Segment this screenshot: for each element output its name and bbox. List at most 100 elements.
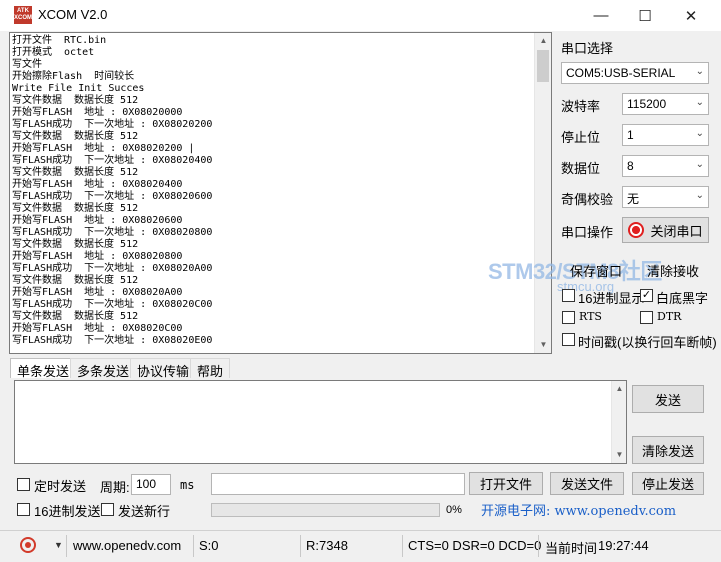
receive-line: 开始擦除Flash 时间较长 — [12, 71, 135, 82]
newline-checkbox[interactable] — [101, 503, 114, 516]
send-button[interactable]: 发送 — [632, 385, 704, 413]
receive-line: 写FLASH成功 下一次地址 : 0X08020800 — [12, 227, 213, 238]
white-bg-checkbox[interactable]: ✓ — [640, 289, 653, 302]
minimize-button[interactable]: — — [578, 0, 624, 31]
receive-line: 写文件数据 数据长度 512 — [12, 203, 139, 214]
stopbits-value: 1 — [627, 128, 634, 142]
caret-down-icon[interactable]: ▼ — [54, 540, 63, 550]
stopbits-select[interactable]: 1 ⌄ — [622, 124, 709, 146]
app-logo-icon: ATK XCOM — [14, 6, 32, 24]
receive-line: 开始写FLASH 地址 : 0X08020600 — [12, 215, 183, 226]
receive-line: 打开文件 RTC.bin — [12, 35, 107, 46]
receive-line: 写FLASH成功 下一次地址 : 0X08020A00 — [12, 263, 213, 274]
stopbits-label: 停止位 — [561, 130, 601, 145]
receive-line: 写文件数据 数据长度 512 — [12, 167, 139, 178]
port-op-label: 串口操作 — [561, 225, 614, 240]
port-toggle-button[interactable]: 关闭串口 — [622, 217, 709, 243]
scroll-thumb[interactable] — [537, 50, 549, 82]
send-textarea[interactable]: ▲ ▼ — [14, 380, 627, 464]
status-separator — [193, 535, 194, 557]
chevron-down-icon: ⌄ — [695, 190, 704, 201]
settings-gear-icon[interactable] — [20, 537, 36, 553]
receive-line: 开始写FLASH 地址 : 0X08020C00 — [12, 323, 183, 334]
status-site-link[interactable]: www.openedv.com — [73, 538, 181, 553]
port-select[interactable]: COM5:USB-SERIAL ⌄ — [561, 62, 709, 84]
port-select-label: 串口选择 — [561, 41, 614, 56]
rts-label: RTS — [579, 310, 602, 323]
dtr-checkbox[interactable] — [640, 311, 653, 324]
chevron-down-icon: ⌄ — [695, 66, 704, 77]
open-file-label: 打开文件 — [479, 477, 532, 492]
period-unit: ms — [180, 478, 195, 492]
hex-send-label: 16进制发送 — [34, 504, 101, 519]
status-time-label: 当前时间 — [545, 541, 598, 556]
receive-line: 写文件数据 数据长度 512 — [12, 131, 139, 142]
port-select-value: COM5:USB-SERIAL — [566, 66, 676, 80]
send-file-button[interactable]: 发送文件 — [550, 472, 624, 495]
status-sent-count: S:0 — [199, 538, 219, 553]
scroll-down-icon[interactable]: ▼ — [612, 447, 627, 463]
receive-text: 打开文件 RTC.bin 打开模式 octet 写文件 开始擦除Flash 时间较长 W… — [12, 35, 212, 347]
scroll-up-icon[interactable]: ▲ — [612, 381, 627, 397]
rts-checkbox[interactable] — [562, 311, 575, 324]
status-separator — [300, 535, 301, 557]
tab-protocol[interactable]: 协议传输 — [130, 358, 197, 379]
receive-line: 写FLASH成功 下一次地址 : 0X08020600 — [12, 191, 213, 202]
stop-send-button[interactable]: 停止发送 — [632, 472, 704, 495]
status-received-count: R:7348 — [306, 538, 348, 553]
period-value: 100 — [136, 477, 157, 491]
period-input[interactable]: 100 — [131, 474, 171, 495]
status-separator — [402, 535, 403, 557]
timed-send-checkbox[interactable] — [17, 478, 30, 491]
send-progress-bar — [211, 503, 440, 517]
receive-textarea[interactable]: 打开文件 RTC.bin 打开模式 octet 写文件 开始擦除Flash 时间较长 W… — [9, 32, 552, 354]
title-bar: ATK XCOM XCOM V2.0 — ☐ ✕ — [0, 0, 721, 31]
clear-receive-label: 清除接收 — [646, 263, 699, 279]
receive-line: 写文件数据 数据长度 512 — [12, 311, 139, 322]
newline-label: 发送新行 — [118, 504, 171, 519]
hex-display-checkbox[interactable] — [562, 289, 575, 302]
clear-send-button[interactable]: 清除发送 — [632, 436, 704, 464]
receive-line: 写FLASH成功 下一次地址 : 0X08020C00 — [12, 299, 213, 310]
tab-help[interactable]: 帮助 — [190, 358, 231, 379]
receive-line: 开始写FLASH 地址 : 0X08020200 | — [12, 143, 195, 154]
receive-line: 写FLASH成功 下一次地址 : 0X08020400 — [12, 155, 213, 166]
close-button[interactable]: ✕ — [668, 0, 714, 31]
maximize-button[interactable]: ☐ — [622, 0, 668, 31]
timestamp-checkbox[interactable] — [562, 333, 575, 346]
receive-line: 开始写FLASH 地址 : 0X08020000 — [12, 107, 183, 118]
scroll-up-icon[interactable]: ▲ — [535, 33, 551, 49]
status-time-value: 19:27:44 — [598, 538, 649, 553]
chevron-down-icon: ⌄ — [695, 97, 704, 108]
white-bg-label: 白底黑字 — [656, 291, 709, 306]
file-path-input[interactable] — [211, 473, 465, 495]
open-file-button[interactable]: 打开文件 — [469, 472, 543, 495]
databits-value: 8 — [627, 159, 634, 173]
baud-label: 波特率 — [561, 99, 601, 114]
clear-receive-button[interactable]: 清除接收 — [637, 257, 709, 283]
stop-send-label: 停止发送 — [641, 477, 694, 492]
baud-select[interactable]: 115200 ⌄ — [622, 93, 709, 115]
send-label: 发送 — [654, 392, 681, 408]
save-window-button[interactable]: 保存窗口 — [561, 257, 631, 283]
receive-line: 写文件数据 数据长度 512 — [12, 95, 139, 106]
receive-line: 开始写FLASH 地址 : 0X08020400 — [12, 179, 183, 190]
chevron-down-icon: ⌄ — [695, 159, 704, 170]
parity-select[interactable]: 无 ⌄ — [622, 186, 709, 208]
progress-text: 0% — [446, 504, 462, 516]
databits-select[interactable]: 8 ⌄ — [622, 155, 709, 177]
record-icon — [628, 222, 645, 238]
receive-line: 打开模式 octet — [12, 47, 95, 58]
period-label: 周期: — [100, 480, 130, 495]
promo-link[interactable]: 开源电子网: www.openedv.com — [481, 500, 676, 519]
hex-send-checkbox[interactable] — [17, 503, 30, 516]
tab-multi-send[interactable]: 多条发送 — [70, 358, 137, 379]
scroll-down-icon[interactable]: ▼ — [535, 337, 551, 353]
send-file-label: 发送文件 — [560, 477, 613, 492]
tab-single-send[interactable]: 单条发送 — [10, 358, 77, 379]
dtr-label: DTR — [657, 310, 682, 323]
status-separator — [66, 535, 67, 557]
send-scrollbar[interactable]: ▲ ▼ — [611, 381, 626, 463]
hex-display-label: 16进制显示 — [578, 291, 645, 306]
receive-scrollbar[interactable]: ▲ ▼ — [534, 33, 551, 353]
